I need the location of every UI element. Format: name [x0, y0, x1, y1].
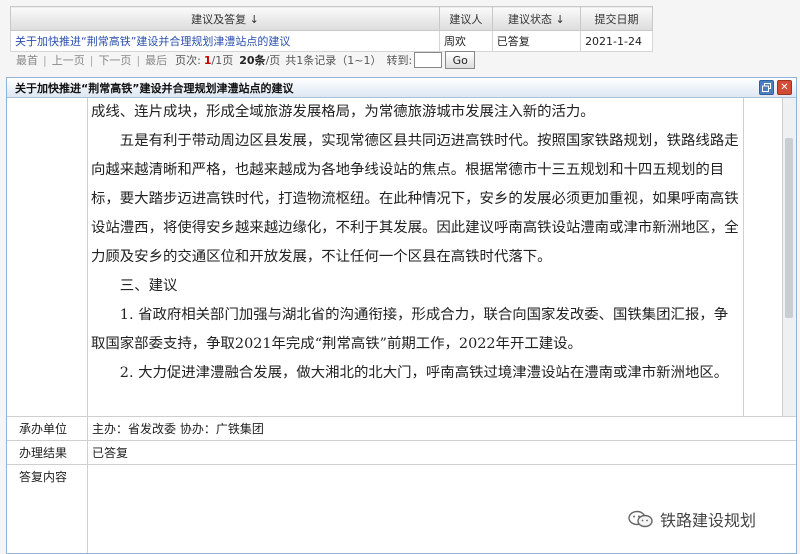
total-pages: /1页 [211, 54, 234, 67]
next-page-link[interactable]: 下一页 [98, 52, 131, 68]
undertaker-label: 承办单位 [19, 422, 68, 436]
dialog-titlebar[interactable]: 关于加快推进“荆常高铁”建设并合理规划津澧站点的建议 ✕ [7, 78, 796, 98]
date-cell: 2021-1-24 [580, 30, 653, 52]
first-page-link[interactable]: 最首 [16, 52, 38, 68]
page-label: 页次: [175, 54, 201, 67]
restore-icon[interactable] [759, 80, 774, 95]
scrollbar-thumb[interactable] [785, 138, 793, 318]
pager-divider: | [89, 53, 94, 67]
proposal-content-panel[interactable]: 成线、连片成块，形成全域旅游发展格局，为常德旅游城市发展注入新的活力。 五是有利… [88, 98, 744, 416]
proposal-title-link[interactable]: 关于加快推进“荆常高铁”建设并合理规划津澧站点的建议 [9, 30, 441, 52]
pagination-bar: 最首 | 上一页 | 下一页 | 最后 页次: 1 /1页 20条 /页 共1条… [16, 51, 476, 69]
current-page: 1 [203, 53, 212, 67]
content-scrollbar[interactable] [782, 98, 796, 416]
reply-row: 答复内容 [7, 464, 796, 487]
result-value: 已答复 [92, 446, 129, 460]
per-page-count: 20条 [239, 54, 266, 67]
paragraph: 五是有利于带动周边区县发展，实现常德区县共同迈进高铁时代。按照国家铁路规划，铁路… [91, 133, 739, 265]
result-label: 办理结果 [19, 446, 68, 460]
pager-divider: | [136, 53, 141, 67]
column-header-date[interactable]: 提交日期 [580, 6, 653, 31]
paragraph: 1. 省政府相关部门加强与湖北省的沟通衔接，形成合力，联合向国家发改委、国铁集团… [91, 307, 729, 352]
result-row: 办理结果 已答复 [7, 440, 796, 464]
close-icon[interactable]: ✕ [777, 80, 792, 95]
proposal-text: 成线、连片成块，形成全域旅游发展格局，为常德旅游城市发展注入新的活力。 五是有利… [91, 98, 741, 388]
prev-page-link[interactable]: 上一页 [52, 52, 85, 68]
total-records: 共1条记录（1~1） [285, 54, 382, 67]
paragraph: 三、建议 [119, 278, 178, 294]
wechat-icon [628, 510, 654, 528]
column-header-proposer[interactable]: 建议人 [439, 6, 493, 31]
status-cell: 已答复 [491, 30, 582, 52]
reply-label: 答复内容 [19, 470, 68, 484]
watermark-text: 铁路建设规划 [660, 511, 757, 530]
dialog-body: 成线、连片成块，形成全域旅游发展格局，为常德旅游城市发展注入新的活力。 五是有利… [7, 98, 796, 553]
paragraph: 2. 大力促进津澧融合发展，做大湘北的北大门，呼南高铁过境津澧设站在澧南或津市新… [119, 365, 729, 381]
undertaker-value: 主办：省发改委 协办：广铁集团 [92, 422, 264, 436]
proposer-cell: 周欢 [439, 30, 493, 52]
undertaker-row: 承办单位 主办：省发改委 协办：广铁集团 [7, 416, 796, 440]
last-page-link[interactable]: 最后 [145, 52, 167, 68]
goto-label: 转到: [386, 54, 413, 67]
per-page-suffix: /页 [265, 54, 281, 67]
proposal-table: 建议及答复 ↓ 建议人 建议状态 ↓ 提交日期 关于加快推进“荆常高铁”建设并合… [9, 6, 653, 52]
paragraph: 成线、连片成块，形成全域旅游发展格局，为常德旅游城市发展注入新的活力。 [91, 104, 595, 120]
column-header-title[interactable]: 建议及答复 ↓ [9, 6, 441, 31]
pager-divider: | [43, 53, 47, 67]
table-row[interactable]: 关于加快推进“荆常高铁”建设并合理规划津澧站点的建议 周欢 已答复 2021-1… [9, 30, 653, 52]
table-header-row: 建议及答复 ↓ 建议人 建议状态 ↓ 提交日期 [9, 6, 653, 31]
proposal-detail-dialog: 关于加快推进“荆常高铁”建设并合理规划津澧站点的建议 ✕ 成线、连片成块，形成全… [6, 77, 797, 554]
watermark: 铁路建设规划 [628, 507, 756, 531]
column-header-status[interactable]: 建议状态 ↓ [491, 6, 582, 31]
dialog-title: 关于加快推进“荆常高铁”建设并合理规划津澧站点的建议 [15, 81, 294, 95]
go-button[interactable]: Go [445, 51, 476, 69]
goto-page-input[interactable] [414, 52, 443, 68]
